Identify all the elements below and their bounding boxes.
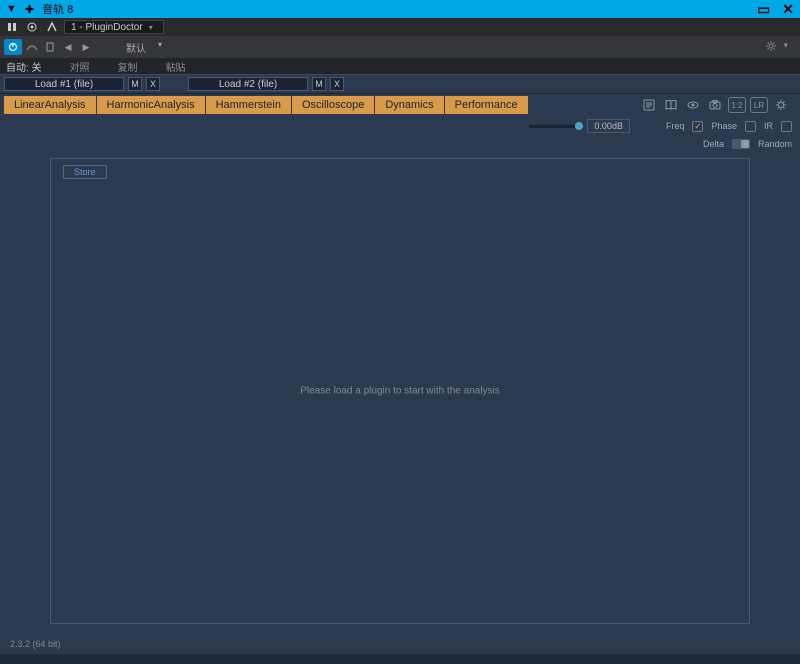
page-icon[interactable] — [42, 42, 58, 52]
canvas-container: Store Please load a plugin to start with… — [0, 152, 800, 634]
next-icon[interactable]: ▶ — [78, 42, 94, 53]
load-2-mute[interactable]: M — [312, 77, 326, 91]
store-button[interactable]: Store — [63, 165, 107, 179]
controls-row-1: 0.00dB Freq Phase IR — [0, 116, 800, 136]
target-icon[interactable] — [24, 20, 40, 34]
power-button[interactable] — [4, 39, 22, 55]
add-icon[interactable]: ✚ — [25, 3, 34, 16]
tab-linear[interactable]: LinearAnalysis — [4, 96, 96, 114]
plugin-selector[interactable]: 1 - PluginDoctor — [64, 20, 164, 34]
delta-label: Delta — [703, 139, 724, 149]
dropdown-icon[interactable]: ▼ — [6, 3, 17, 15]
menu-auto[interactable]: 自动: 关 — [6, 59, 42, 74]
plugin-title: 1 - PluginDoctor — [71, 22, 143, 33]
load-1-clear[interactable]: X — [146, 77, 160, 91]
version-label: 2.3.2 (64 bit) — [10, 639, 61, 649]
load-bar: Load #1 (file) M X Load #2 (file) M X — [0, 74, 800, 94]
tab-oscilloscope[interactable]: Oscilloscope — [292, 96, 374, 114]
host-toolbar: 1 - PluginDoctor — [0, 18, 800, 36]
menu-chevron-icon[interactable]: ▾ — [783, 40, 788, 55]
minimize-icon[interactable]: ▭ — [757, 1, 770, 18]
lr-button[interactable]: LR — [750, 97, 768, 113]
tab-hammerstein[interactable]: Hammerstein — [206, 96, 291, 114]
load-1-mute[interactable]: M — [128, 77, 142, 91]
bypass-icon[interactable] — [24, 42, 40, 52]
freq-checkbox[interactable] — [692, 121, 703, 132]
plugin-toolbar: ◀ ▶ 默认 ▾ — [0, 36, 800, 58]
os-titlebar: ▼ ✚ 音轨 8 ▭ ✕ — [0, 0, 800, 18]
book-icon[interactable] — [662, 97, 680, 113]
load-2-clear[interactable]: X — [330, 77, 344, 91]
freq-label: Freq — [666, 121, 685, 131]
gain-slider[interactable] — [529, 125, 579, 128]
gear-icon[interactable] — [765, 40, 777, 55]
tab-performance[interactable]: Performance — [445, 96, 528, 114]
prev-icon[interactable]: ◀ — [60, 42, 76, 53]
tab-harmonic[interactable]: HarmonicAnalysis — [97, 96, 205, 114]
routing-icon[interactable] — [44, 20, 60, 34]
ratio-button[interactable]: 1:2 — [728, 97, 746, 113]
menu-paste[interactable]: 粘贴 — [166, 59, 186, 74]
settings-icon[interactable] — [772, 97, 790, 113]
menubar: 自动: 关 对照 复制 粘贴 — [0, 58, 800, 74]
tab-dynamics[interactable]: Dynamics — [375, 96, 443, 114]
load-2-button[interactable]: Load #2 (file) — [188, 77, 308, 91]
status-bar: 2.3.2 (64 bit) — [0, 634, 800, 654]
menu-copy[interactable]: 复制 — [118, 59, 138, 74]
close-icon[interactable]: ✕ — [782, 1, 794, 18]
random-label: Random — [758, 139, 792, 149]
ir-checkbox[interactable] — [781, 121, 792, 132]
phase-checkbox[interactable] — [745, 121, 756, 132]
preset-selector[interactable]: 默认 — [126, 40, 162, 55]
ir-label: IR — [764, 121, 773, 131]
controls-row-2: Delta Random — [0, 136, 800, 152]
analysis-tabs: LinearAnalysis HarmonicAnalysis Hammerst… — [0, 94, 800, 116]
delta-toggle[interactable] — [732, 139, 750, 149]
eye-icon[interactable] — [684, 97, 702, 113]
track-label: 音轨 8 — [42, 1, 73, 17]
placeholder-text: Please load a plugin to start with the a… — [300, 386, 500, 397]
gain-value[interactable]: 0.00dB — [587, 119, 630, 133]
phase-label: Phase — [711, 121, 737, 131]
menu-compare[interactable]: 对照 — [70, 59, 90, 74]
note-icon[interactable] — [640, 97, 658, 113]
load-1-button[interactable]: Load #1 (file) — [4, 77, 124, 91]
pause-icon[interactable] — [4, 20, 20, 34]
analysis-canvas: Store Please load a plugin to start with… — [50, 158, 750, 624]
camera-icon[interactable] — [706, 97, 724, 113]
